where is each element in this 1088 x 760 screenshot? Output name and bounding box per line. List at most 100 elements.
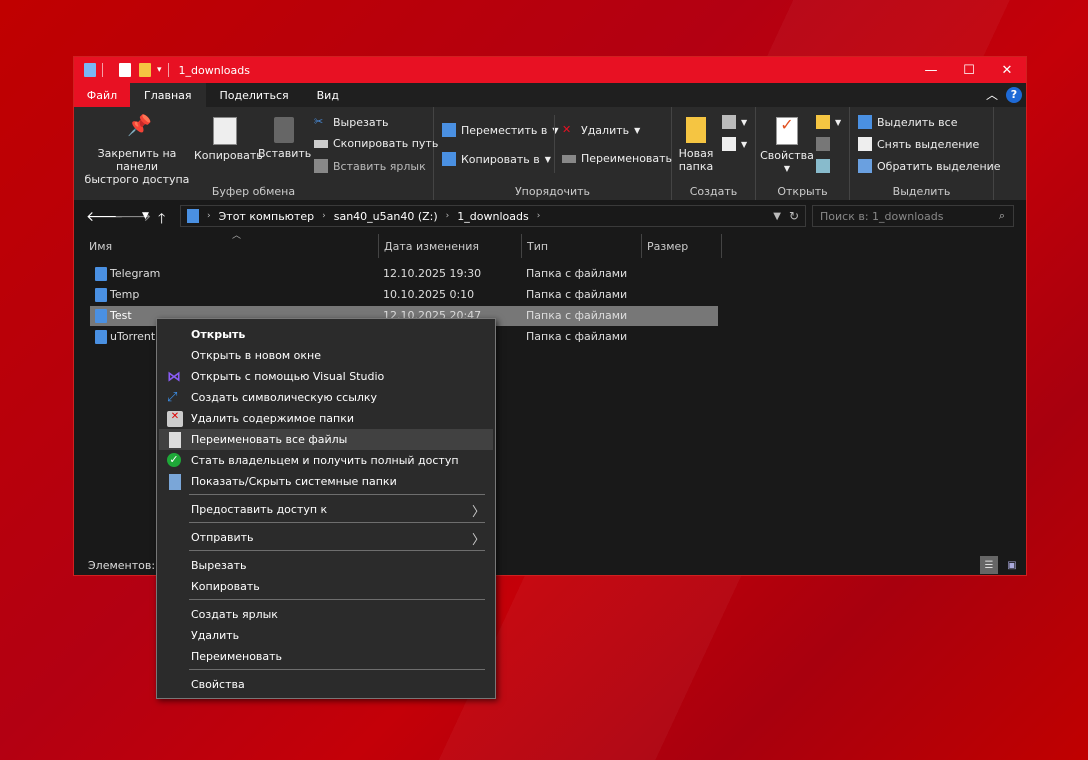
column-name[interactable]: Имя ︿ <box>84 231 379 258</box>
column-date[interactable]: Дата изменения <box>379 234 522 258</box>
column-size[interactable]: Размер <box>642 234 722 258</box>
menu-item-properties[interactable]: Свойства <box>159 674 493 695</box>
cut-button[interactable]: ✂ Вырезать <box>314 115 388 129</box>
pin-icon: 📌 <box>127 113 152 137</box>
chevron-right-icon[interactable]: › <box>446 211 450 221</box>
properties-button[interactable]: ✓ Свойства ▼ <box>760 117 814 175</box>
file-type: Папка с файлами <box>526 288 628 301</box>
copy-button[interactable]: Копировать <box>194 117 263 162</box>
chevron-down-icon[interactable]: ▾ <box>157 65 162 75</box>
chevron-right-icon[interactable]: › <box>537 211 541 221</box>
menu-item-copy[interactable]: Копировать <box>159 576 493 597</box>
menu-item-open[interactable]: Открыть <box>159 324 493 345</box>
breadcrumb-this-pc[interactable]: Этот компьютер <box>219 210 315 223</box>
pin-quick-access-button[interactable]: 📌 Закрепить на панели быстрого доступа <box>82 113 192 186</box>
chevron-right-icon: 〉 <box>471 533 485 548</box>
context-menu: Открыть Открыть в новом окне ⋈ Открыть с… <box>156 318 496 699</box>
chevron-right-icon[interactable]: › <box>322 211 326 221</box>
new-item-icon <box>722 115 736 129</box>
new-item-button[interactable]: ▼ <box>722 115 747 129</box>
tab-share[interactable]: Поделиться <box>206 83 303 107</box>
copy-path-button[interactable]: Скопировать путь <box>314 137 438 150</box>
minimize-button[interactable]: — <box>912 57 950 83</box>
column-type[interactable]: Тип <box>522 234 642 258</box>
menu-item-take-ownership[interactable]: ✓ Стать владельцем и получить полный дос… <box>159 450 493 471</box>
invert-selection-button[interactable]: Обратить выделение <box>858 159 1001 173</box>
new-folder-button[interactable]: Новая папка <box>676 117 716 173</box>
paste-shortcut-button[interactable]: Вставить ярлык <box>314 159 426 173</box>
divider <box>554 115 555 173</box>
folder-icon <box>187 209 199 223</box>
edit-icon <box>816 137 830 151</box>
menu-separator <box>189 599 485 600</box>
recent-locations-icon[interactable]: ▼ <box>142 211 149 221</box>
large-icons-view-button[interactable]: ▣ <box>1004 557 1020 573</box>
divider <box>167 63 169 77</box>
easy-access-button[interactable]: ▼ <box>722 137 747 151</box>
edit-button[interactable] <box>816 137 830 151</box>
select-all-button[interactable]: Выделить все <box>858 115 957 129</box>
menu-separator <box>189 669 485 670</box>
paste-button[interactable]: Вставить <box>258 117 311 160</box>
breadcrumb-drive[interactable]: san40_u5an40 (Z:) <box>334 210 438 223</box>
file-date: 12.10.2025 19:30 <box>383 267 482 280</box>
search-icon: ⌕ <box>998 209 1005 222</box>
paste-shortcut-label: Вставить ярлык <box>333 159 426 173</box>
menu-item-label: Удалить <box>191 629 240 642</box>
tab-file[interactable]: Файл <box>74 83 130 107</box>
column-name-label: Имя <box>89 239 113 253</box>
properties-icon: ✓ <box>776 117 798 145</box>
visual-studio-icon: ⋈ <box>167 369 181 385</box>
chevron-down-icon: ▼ <box>783 164 791 173</box>
menu-separator <box>189 550 485 551</box>
collapse-ribbon-icon[interactable]: ︿ <box>986 86 998 103</box>
column-header: Имя ︿ Дата изменения Тип Размер <box>74 231 1026 258</box>
menu-item-open-visual-studio[interactable]: ⋈ Открыть с помощью Visual Studio <box>159 366 493 387</box>
menu-item-symlink[interactable]: ⤢ Создать символическую ссылку <box>159 387 493 408</box>
symlink-icon: ⤢ <box>167 390 178 405</box>
select-none-icon <box>858 137 872 151</box>
delete-button[interactable]: ✕ Удалить ▼ <box>562 123 640 137</box>
refresh-icon[interactable]: ↻ <box>789 209 799 223</box>
maximize-button[interactable]: ☐ <box>950 57 988 83</box>
menu-item-delete[interactable]: Удалить <box>159 625 493 646</box>
title-bar[interactable]: ▾ 1_downloads — ☐ ✕ <box>74 57 1026 83</box>
breadcrumb-folder[interactable]: 1_downloads <box>457 210 528 223</box>
address-dropdown-icon[interactable]: ▼ <box>773 211 781 222</box>
move-to-button[interactable]: Переместить в ▼ <box>442 123 559 137</box>
properties-label: Свойства <box>760 149 814 162</box>
new-folder-icon[interactable] <box>139 63 151 77</box>
up-icon[interactable]: 🡑 <box>158 208 165 232</box>
system-folders-icon <box>169 474 181 490</box>
menu-item-delete-contents[interactable]: ✕ Удалить содержимое папки <box>159 408 493 429</box>
tab-view[interactable]: Вид <box>303 83 353 107</box>
close-button[interactable]: ✕ <box>988 57 1026 83</box>
move-icon <box>442 123 456 137</box>
address-bar[interactable]: › Этот компьютер › san40_u5an40 (Z:) › 1… <box>180 205 806 227</box>
properties-icon[interactable] <box>119 63 131 77</box>
select-none-button[interactable]: Снять выделение <box>858 137 979 151</box>
menu-item-send-to[interactable]: Отправить 〉 <box>159 527 493 548</box>
menu-item-cut[interactable]: Вырезать <box>159 555 493 576</box>
details-view-button[interactable]: ☰ <box>980 556 998 574</box>
rename-button[interactable]: Переименовать <box>562 152 672 165</box>
open-button[interactable]: ▼ <box>816 115 841 129</box>
menu-item-share-with[interactable]: Предоставить доступ к 〉 <box>159 499 493 520</box>
copy-to-button[interactable]: Копировать в ▼ <box>442 152 551 166</box>
file-type: Папка с файлами <box>526 330 628 343</box>
search-input[interactable]: Поиск в: 1_downloads ⌕ <box>812 205 1014 227</box>
menu-item-rename[interactable]: Переименовать <box>159 646 493 667</box>
menu-item-create-shortcut[interactable]: Создать ярлык <box>159 604 493 625</box>
help-icon[interactable]: ? <box>1006 86 1022 103</box>
history-button[interactable] <box>816 159 830 173</box>
list-item[interactable]: Telegram 12.10.2025 19:30 Папка с файлам… <box>90 264 718 284</box>
list-item[interactable]: Temp 10.10.2025 0:10 Папка с файлами <box>90 285 718 305</box>
menu-item-rename-all[interactable]: Переименовать все файлы <box>159 429 493 450</box>
menu-item-label: Создать ярлык <box>191 608 278 621</box>
tab-home[interactable]: Главная <box>130 83 206 107</box>
menu-item-toggle-system-folders[interactable]: Показать/Скрыть системные папки <box>159 471 493 492</box>
invert-selection-icon <box>858 159 872 173</box>
chevron-right-icon[interactable]: › <box>207 211 211 221</box>
menu-item-open-new-window[interactable]: Открыть в новом окне <box>159 345 493 366</box>
new-group: Новая папка ▼ ▼ Создать <box>672 107 756 200</box>
